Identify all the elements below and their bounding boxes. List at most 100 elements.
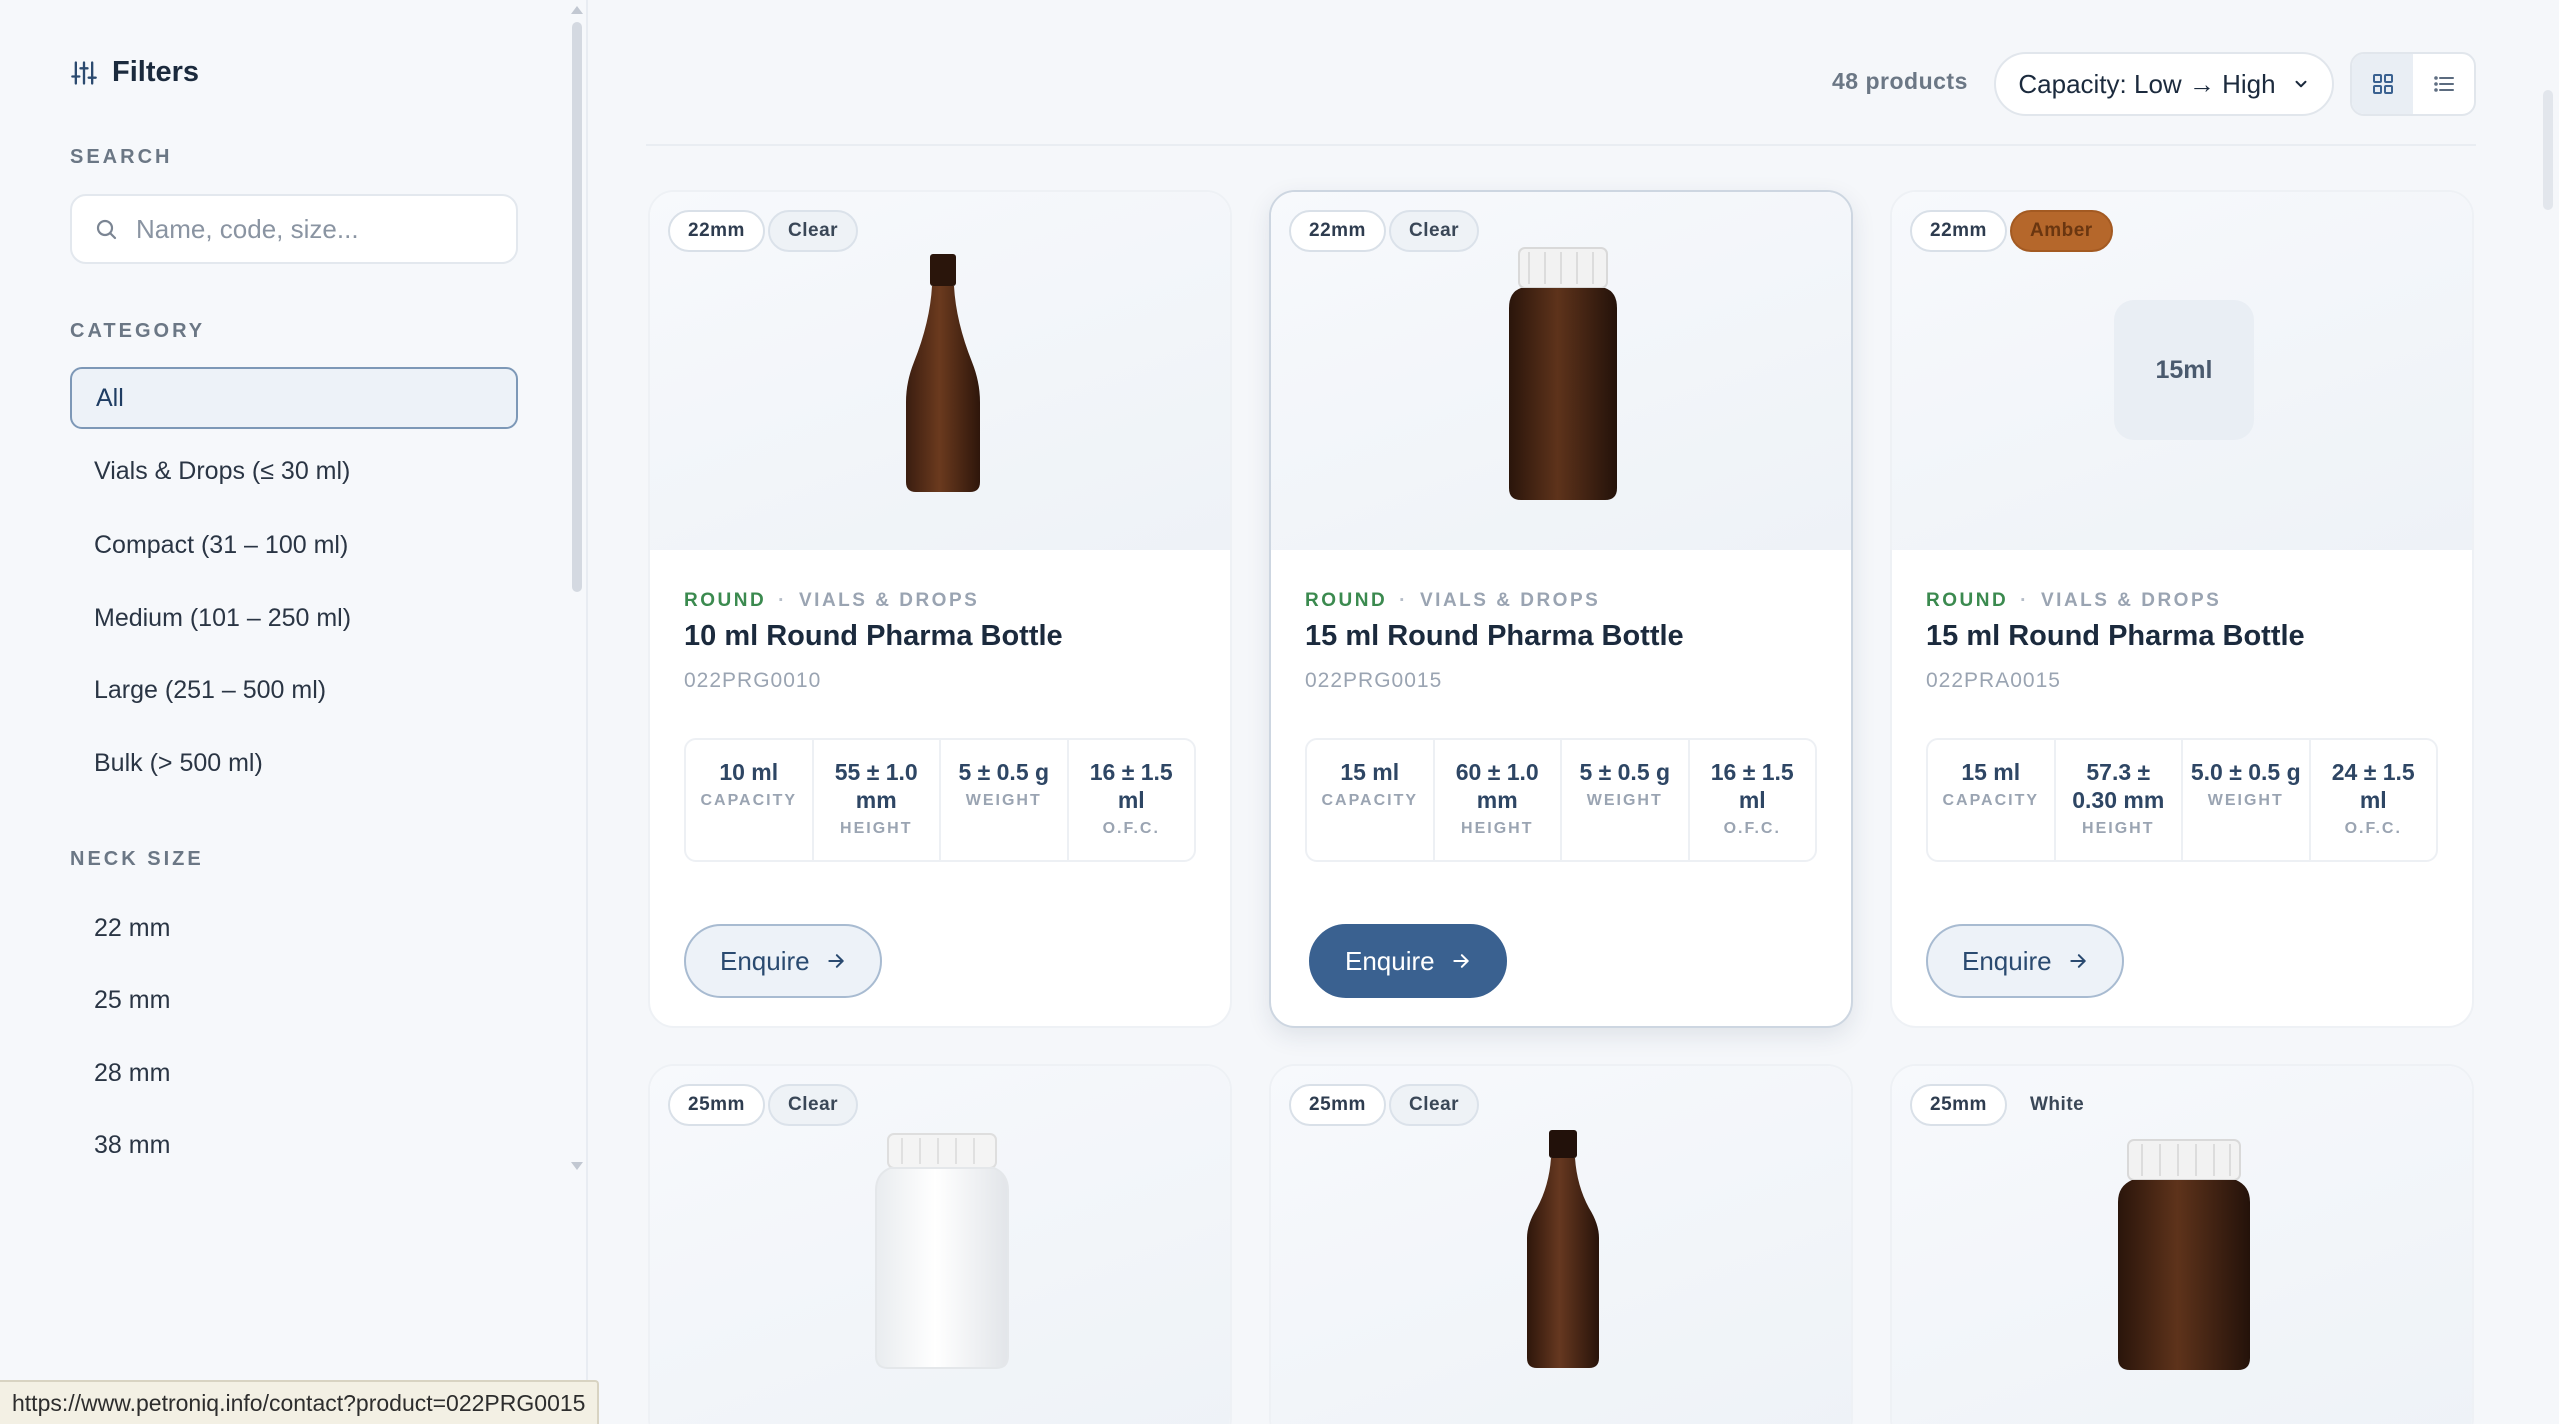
neck-item-22mm[interactable]: 22 mm	[70, 897, 518, 959]
product-card[interactable]: 22mm Clear ROUND · VIALS & DROPS 15 ml R…	[1269, 190, 1853, 1028]
product-card[interactable]: 25mm Clear	[1269, 1064, 1853, 1424]
spec-value: 15 ml	[1340, 759, 1400, 785]
category-item-all[interactable]: All	[70, 367, 518, 429]
product-title[interactable]: 10 ml Round Pharma Bottle	[684, 620, 1063, 653]
neck-size-chip: 22mm	[1289, 210, 1386, 252]
product-meta: ROUND · VIALS & DROPS	[1926, 590, 2221, 612]
search-section-label: SEARCH	[70, 146, 173, 168]
search-field[interactable]	[70, 194, 518, 264]
category-item-compact[interactable]: Compact (31 – 100 ml)	[70, 514, 518, 576]
link-status-bar: https://www.petroniq.info/contact?produc…	[0, 1380, 600, 1424]
enquire-button[interactable]: Enquire	[1309, 924, 1507, 998]
enquire-label: Enquire	[720, 945, 810, 976]
search-icon	[96, 219, 117, 240]
spec-label: CAPACITY	[700, 792, 798, 809]
category-label: VIALS & DROPS	[2041, 590, 2222, 611]
meta-separator: ·	[1399, 590, 1408, 611]
filters-heading: Filters	[70, 56, 199, 89]
arrow-right-icon	[1452, 954, 1469, 968]
color-chip: Amber	[2010, 210, 2113, 252]
scroll-up-arrow-icon[interactable]	[571, 6, 583, 14]
main-scrollbar[interactable]	[2543, 90, 2553, 210]
category-item-bulk[interactable]: Bulk (> 500 ml)	[70, 732, 518, 794]
enquire-button[interactable]: Enquire	[684, 924, 882, 998]
spec-grid: 10 ml CAPACITY 55 ± 1.0 mm HEIGHT 5 ± 0.5 …	[684, 738, 1196, 862]
sort-dropdown[interactable]: Capacity: Low → High	[1994, 52, 2334, 116]
spec-ofc: 16 ± 1.5 ml O.F.C.	[1069, 740, 1195, 860]
spec-label: HEIGHT	[2082, 820, 2155, 837]
spec-label: O.F.C.	[1723, 820, 1781, 837]
spec-value: 16 ± 1.5 ml	[1710, 759, 1794, 813]
grid-icon	[2372, 74, 2393, 94]
neck-size-chip: 22mm	[668, 210, 765, 252]
spec-label: WEIGHT	[1586, 792, 1663, 809]
list-icon	[2433, 76, 2454, 92]
category-item-medium[interactable]: Medium (101 – 250 ml)	[70, 587, 518, 649]
neck-item-28mm[interactable]: 28 mm	[70, 1042, 518, 1104]
shape-label: ROUND	[1305, 590, 1388, 611]
spec-weight: 5 ± 0.5 g WEIGHT	[941, 740, 1069, 860]
spec-label: HEIGHT	[1461, 820, 1534, 837]
category-item-vials-drops[interactable]: Vials & Drops (≤ 30 ml)	[70, 440, 518, 502]
product-code: 022PRA0015	[1926, 669, 2061, 692]
spec-height: 60 ± 1.0 mm HEIGHT	[1435, 740, 1562, 860]
spec-weight: 5.0 ± 0.5 g WEIGHT	[2183, 740, 2311, 860]
spec-weight: 5 ± 0.5 g WEIGHT	[1562, 740, 1690, 860]
spec-label: WEIGHT	[965, 792, 1042, 809]
sidebar-scrollbar[interactable]	[570, 0, 584, 1180]
enquire-label: Enquire	[1962, 945, 2052, 976]
spec-label: WEIGHT	[2207, 792, 2284, 809]
grid-view-button[interactable]	[2352, 54, 2413, 114]
neck-size-chip: 22mm	[1910, 210, 2007, 252]
search-input[interactable]	[136, 213, 496, 245]
spec-value: 5.0 ± 0.5 g	[2190, 759, 2301, 785]
chevron-down-icon	[2295, 80, 2307, 88]
sliders-icon	[71, 60, 97, 85]
product-card[interactable]: 15ml 22mm Amber ROUND · VIALS & DROPS 15…	[1890, 190, 2474, 1028]
shape-label: ROUND	[1926, 590, 2009, 611]
category-item-large[interactable]: Large (251 – 500 ml)	[70, 659, 518, 721]
spec-capacity: 10 ml CAPACITY	[686, 740, 814, 860]
color-chip: Clear	[1389, 210, 1480, 252]
product-grid-area: 48 products Capacity: Low → High 22mm Cl…	[590, 0, 2559, 1424]
sort-label: Capacity: Low → High	[2018, 68, 2276, 99]
scroll-down-arrow-icon[interactable]	[571, 1162, 583, 1170]
list-view-button[interactable]	[2413, 54, 2474, 114]
toolbar-divider	[646, 144, 2476, 146]
neck-item-38mm[interactable]: 38 mm	[70, 1114, 518, 1176]
color-chip: Clear	[1389, 1084, 1480, 1126]
product-card[interactable]: 25mm Clear	[648, 1064, 1232, 1424]
category-label: VIALS & DROPS	[799, 590, 980, 611]
spec-label: CAPACITY	[1942, 792, 2040, 809]
product-title[interactable]: 15 ml Round Pharma Bottle	[1305, 620, 1684, 653]
spec-value: 55 ± 1.0 mm	[834, 759, 918, 813]
neck-item-25mm[interactable]: 25 mm	[70, 969, 518, 1031]
spec-height: 57.3 ± 0.30 mm HEIGHT	[2056, 740, 2183, 860]
spec-capacity: 15 ml CAPACITY	[1307, 740, 1435, 860]
shape-label: ROUND	[684, 590, 767, 611]
meta-separator: ·	[778, 590, 787, 611]
spec-capacity: 15 ml CAPACITY	[1928, 740, 2056, 860]
neck-size-chip: 25mm	[668, 1084, 765, 1126]
category-label: VIALS & DROPS	[1420, 590, 1601, 611]
spec-value: 57.3 ± 0.30 mm	[2072, 759, 2165, 813]
spec-value: 10 ml	[719, 759, 779, 785]
arrow-right-icon	[827, 954, 844, 968]
product-card[interactable]: 25mm White	[1890, 1064, 2474, 1424]
neck-size-chip: 25mm	[1289, 1084, 1386, 1126]
enquire-button[interactable]: Enquire	[1926, 924, 2124, 998]
arrow-right-icon	[2069, 954, 2086, 968]
spec-ofc: 16 ± 1.5 ml O.F.C.	[1690, 740, 1816, 860]
enquire-label: Enquire	[1345, 945, 1435, 976]
spec-value: 5 ± 0.5 g	[1579, 759, 1671, 785]
spec-grid: 15 ml CAPACITY 57.3 ± 0.30 mm HEIGHT 5.0 ±…	[1926, 738, 2438, 862]
meta-separator: ·	[2020, 590, 2029, 611]
product-card[interactable]: 22mm Clear ROUND · VIALS & DROPS 10 ml R…	[648, 190, 1232, 1028]
product-title[interactable]: 15 ml Round Pharma Bottle	[1926, 620, 2305, 653]
spec-label: O.F.C.	[1102, 820, 1160, 837]
category-section-label: CATEGORY	[70, 320, 206, 342]
product-code: 022PRG0010	[684, 669, 822, 692]
neck-size-chip: 25mm	[1910, 1084, 2007, 1126]
spec-ofc: 24 ± 1.5 ml O.F.C.	[2311, 740, 2437, 860]
sidebar-scroll-thumb[interactable]	[572, 22, 582, 592]
